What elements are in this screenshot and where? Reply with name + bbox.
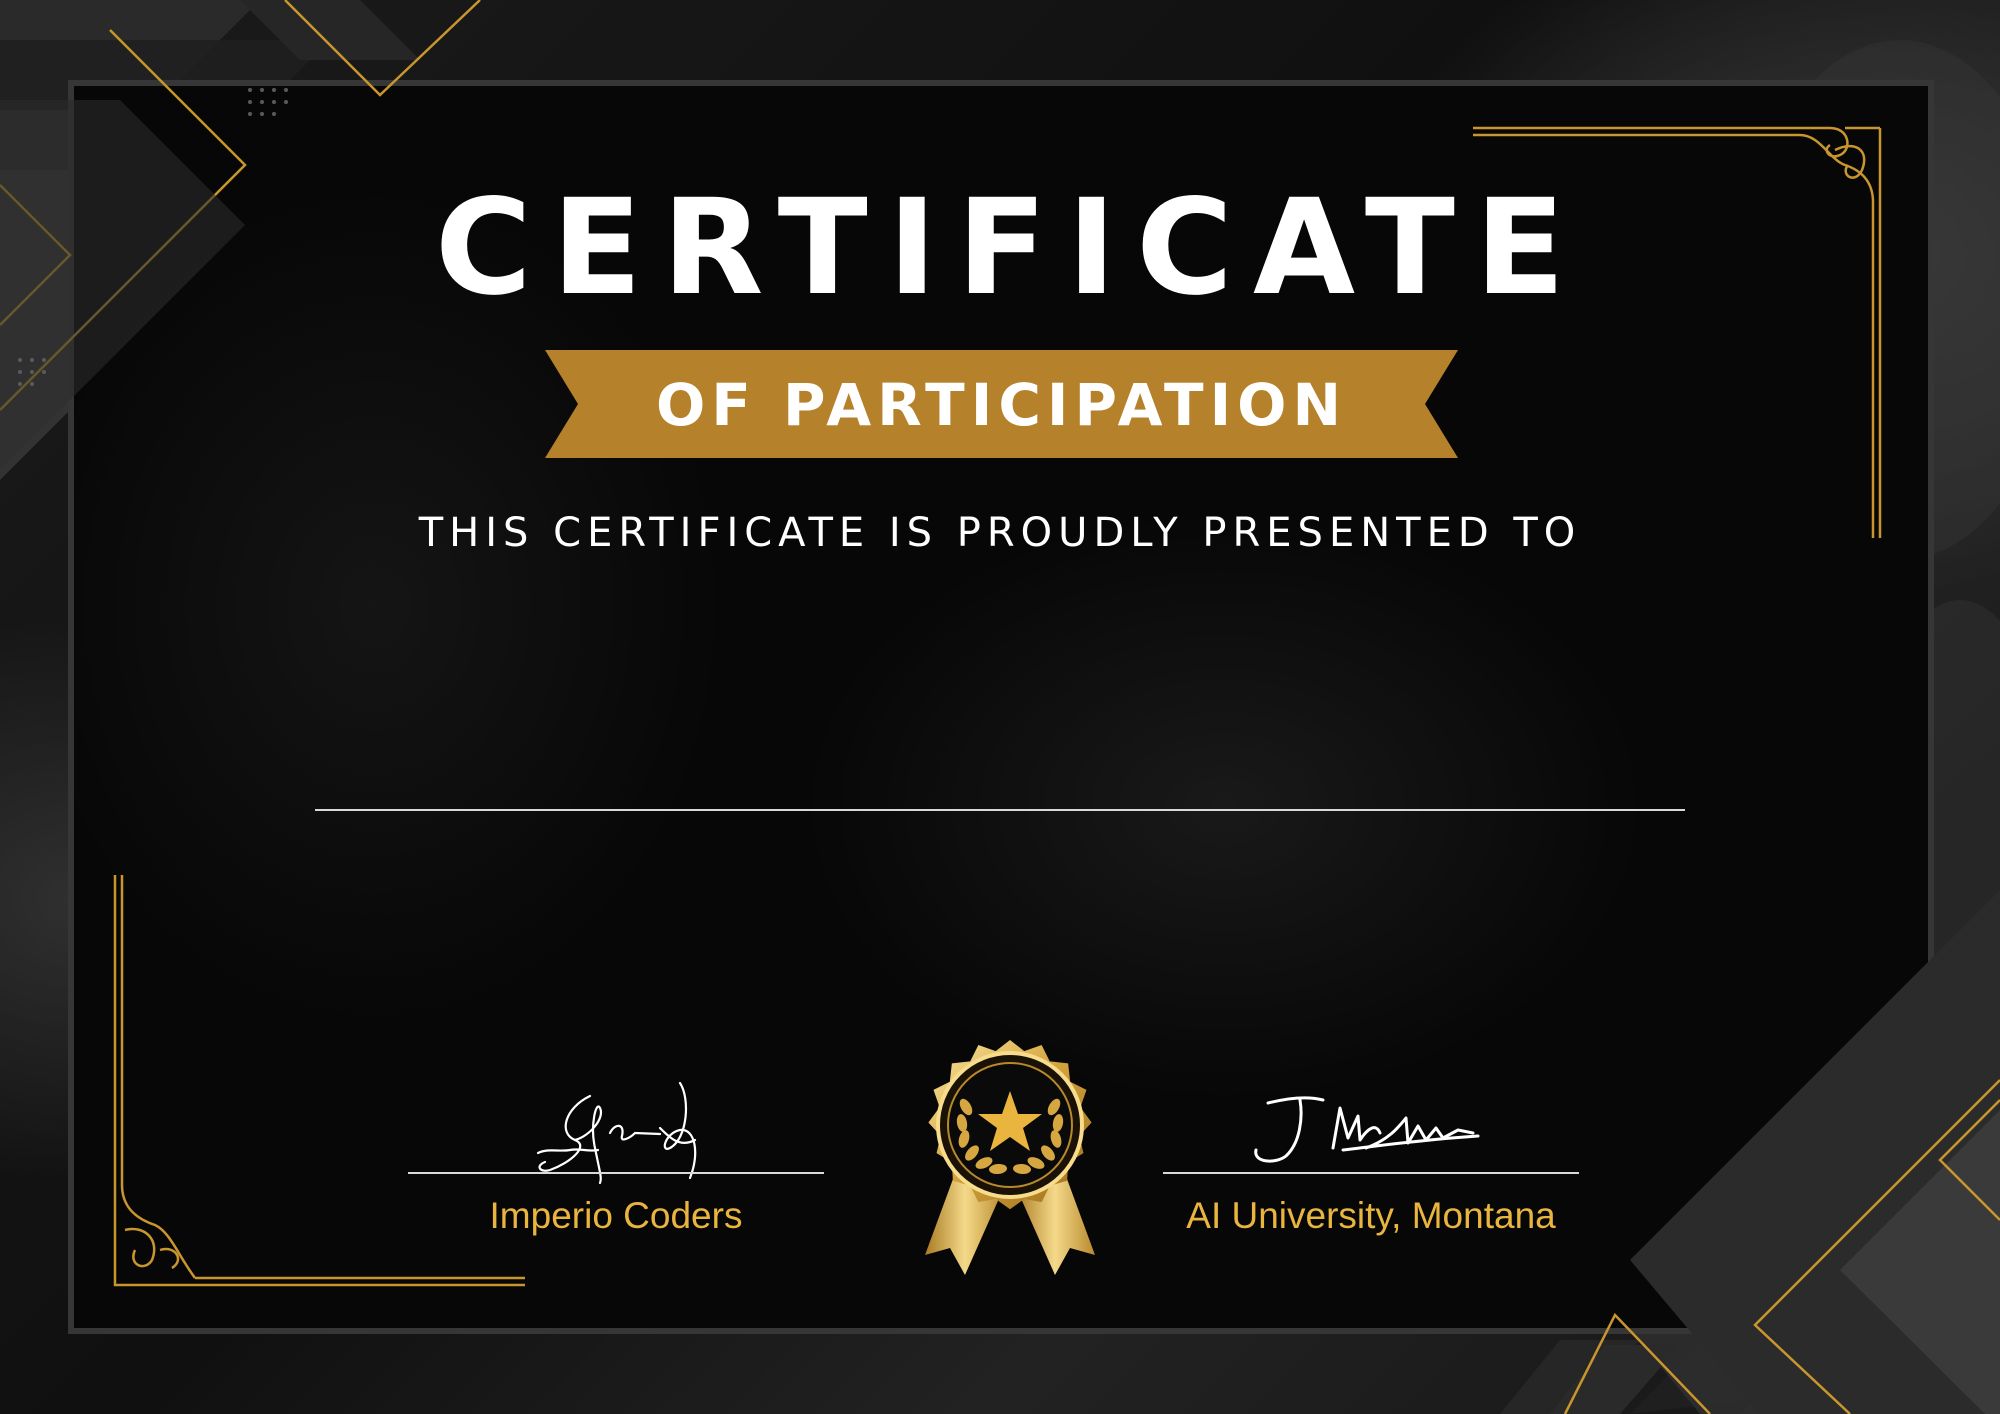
recipient-name-line	[315, 809, 1685, 811]
certificate-subtitle: OF PARTICIPATION	[655, 371, 1348, 439]
subtitle-ribbon: OF PARTICIPATION	[545, 350, 1458, 458]
award-seal-icon	[925, 1039, 1095, 1275]
right-signature-line	[1163, 1172, 1579, 1174]
left-signature-line	[408, 1172, 824, 1174]
presented-to-text: THIS CERTIFICATE IS PROUDLY PRESENTED TO	[418, 510, 1582, 556]
left-signatory-name: Imperio Coders	[489, 1195, 743, 1236]
right-signature-mark	[1254, 1096, 1480, 1163]
certificate-title: CERTIFICATE	[434, 171, 1586, 325]
right-signatory-name: AI University, Montana	[1186, 1195, 1556, 1236]
certificate-page: CERTIFICATE OF PARTICIPATION THIS CERTIF…	[0, 0, 2000, 1414]
